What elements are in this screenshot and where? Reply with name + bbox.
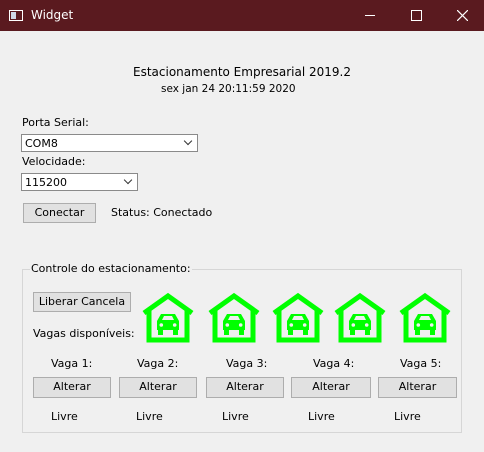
minimize-button[interactable] [347,0,393,31]
serial-port-select[interactable]: COM8 [21,134,198,152]
chevron-down-icon [183,136,193,146]
spot-2-status: Livre [136,410,163,423]
release-gate-button[interactable]: Liberar Cancela [33,292,131,312]
close-button[interactable] [439,0,484,31]
spot-5-label: Vaga 5: [400,357,442,370]
spot-2-label: Vaga 2: [137,357,179,370]
spot-3-label: Vaga 3: [226,357,268,370]
spot-4-label: Vaga 4: [313,357,355,370]
spot-2-toggle-button[interactable]: Alterar [119,377,197,398]
garage-car-icon [399,292,451,343]
garage-car-icon [142,292,194,343]
connect-button[interactable]: Conectar [23,203,96,223]
garage-car-icon [334,292,386,343]
spot-3-status: Livre [222,410,249,423]
spot-1-toggle-button[interactable]: Alterar [33,377,111,398]
available-spots-label: Vagas disponíveis: [33,327,135,340]
status-label: Status: Conectado [111,206,213,219]
speed-label: Velocidade: [22,155,86,168]
serial-port-label: Porta Serial: [22,116,89,129]
page-title: Estacionamento Empresarial 2019.2 [133,65,351,79]
chevron-down-icon [123,175,133,185]
datetime-label: sex jan 24 20:11:59 2020 [161,83,296,95]
garage-car-icon [272,292,324,343]
maximize-icon [410,10,422,21]
minimize-icon [365,15,375,16]
spot-5-toggle-button[interactable]: Alterar [378,377,457,398]
close-icon [456,10,468,21]
spot-3-toggle-button[interactable]: Alterar [206,377,284,398]
title-bar: Widget [0,0,484,31]
garage-car-icon [208,292,260,343]
app-window-icon [9,10,23,21]
spot-1-status: Livre [51,410,78,423]
spot-1-label: Vaga 1: [51,357,93,370]
speed-value: 115200 [25,176,67,189]
speed-select[interactable]: 115200 [21,173,138,191]
spot-5-status: Livre [394,410,421,423]
maximize-button[interactable] [393,0,439,31]
serial-port-value: COM8 [25,137,58,150]
spot-4-toggle-button[interactable]: Alterar [291,377,371,398]
group-title: Controle do estacionamento: [30,262,192,275]
spot-4-status: Livre [308,410,335,423]
window-title: Widget [31,8,74,22]
